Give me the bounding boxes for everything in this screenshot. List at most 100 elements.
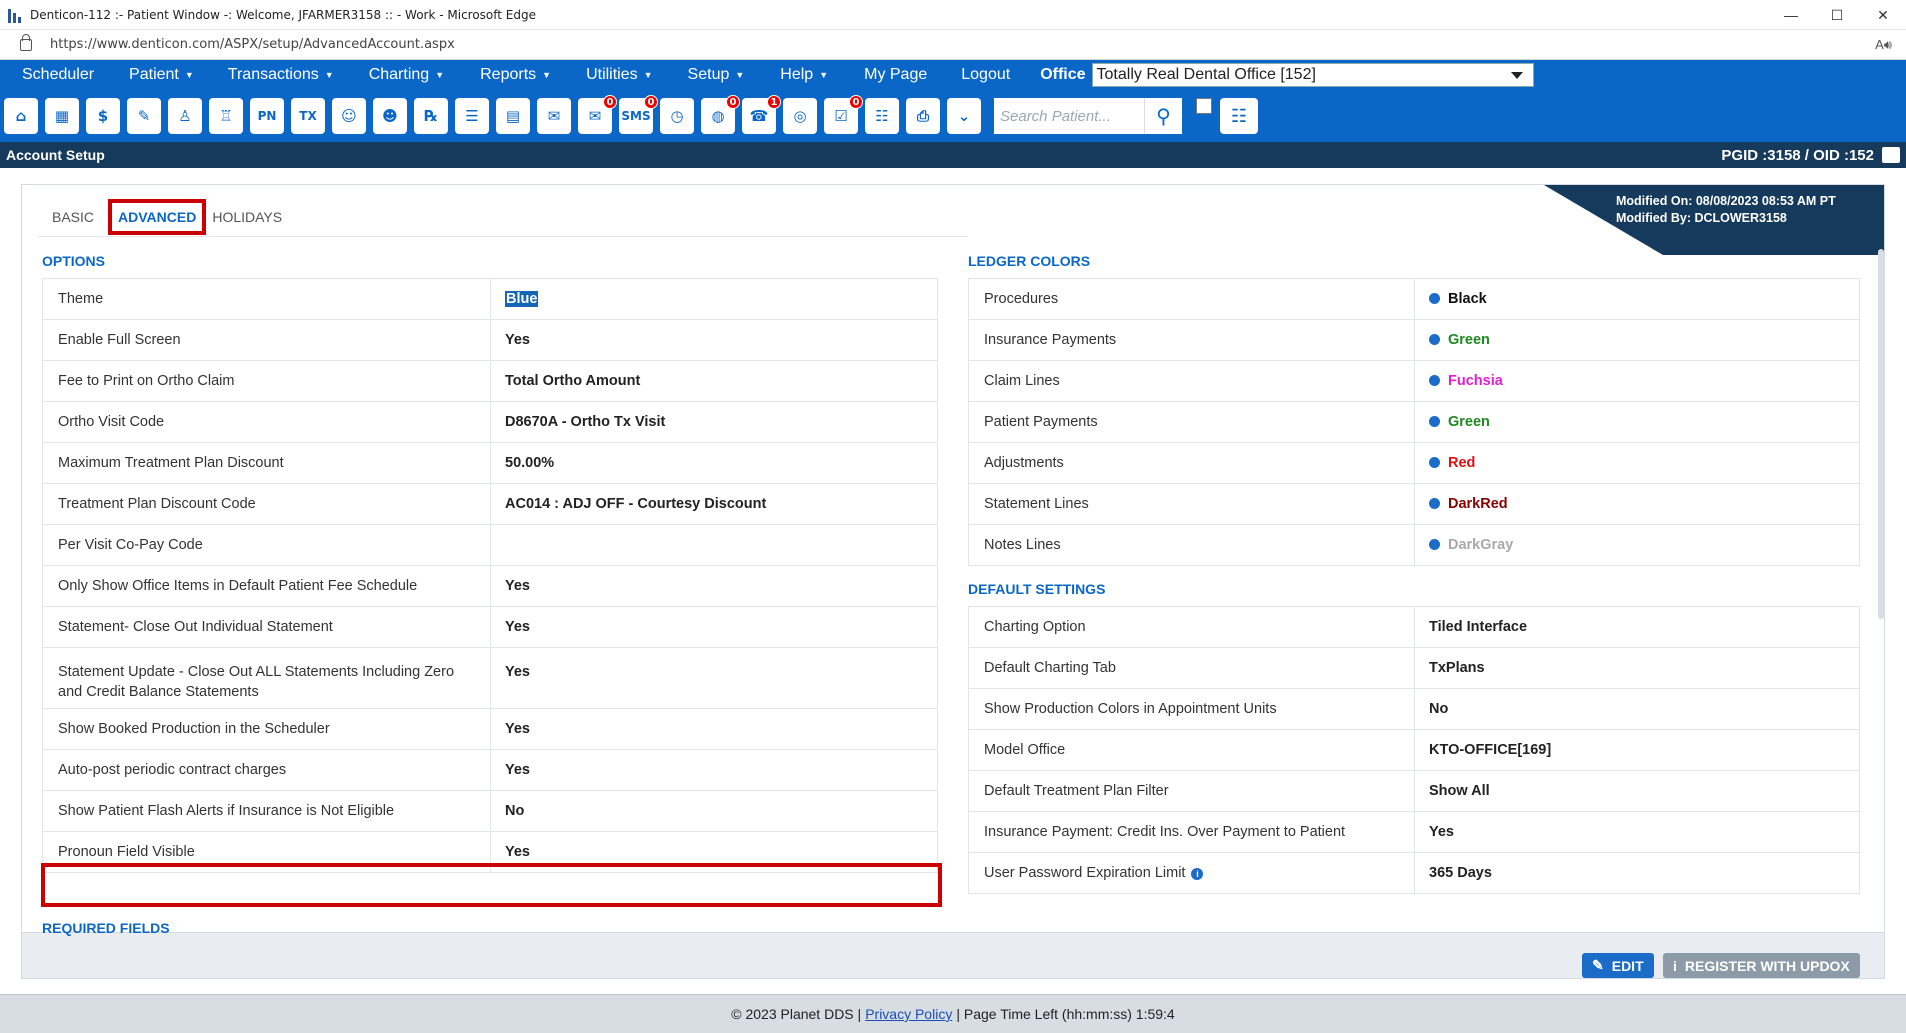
menu-patient[interactable]: Patient ▼ — [129, 66, 194, 84]
patient-settings-icon[interactable]: ☻ — [373, 98, 407, 134]
caret-down-icon: ▼ — [324, 70, 334, 80]
icon-glyph: SMS — [621, 109, 651, 123]
menu-charting[interactable]: Charting ▼ — [369, 66, 444, 84]
read-aloud-icon[interactable]: A🔊︎ — [1875, 37, 1892, 53]
globe-icon[interactable]: ◎ — [783, 98, 817, 134]
setting-label: Show Booked Production in the Scheduler — [42, 708, 491, 750]
document-icon[interactable]: ☰ — [455, 98, 489, 134]
icon-glyph: ☎ — [749, 107, 769, 125]
menu-transactions[interactable]: Transactions ▼ — [228, 66, 334, 84]
table-row: Default Charting Tab TxPlans — [968, 647, 1860, 689]
menu-reports[interactable]: Reports ▼ — [480, 66, 551, 84]
required-fields-section-title[interactable]: REQUIRED FIELDS — [42, 920, 170, 936]
tab-holidays[interactable]: HOLIDAYS — [212, 199, 282, 235]
setting-label-text: Auto-post periodic contract charges — [58, 762, 287, 778]
menu-label: Patient — [129, 66, 179, 83]
printer-icon[interactable]: ⎙ — [906, 98, 940, 134]
tooth-icon[interactable]: ♙ — [168, 98, 202, 134]
table-row: Enable Full Screen Yes — [42, 319, 938, 361]
url-text[interactable]: https://www.denticon.com/ASPX/setup/Adva… — [50, 37, 455, 52]
setting-value-text: 365 Days — [1429, 865, 1492, 881]
tx-icon[interactable]: TX — [291, 98, 325, 134]
icon-glyph: ☷ — [875, 107, 889, 125]
menu-help[interactable]: Help ▼ — [780, 66, 828, 84]
setting-value: TxPlans — [1414, 647, 1860, 689]
caret-down-icon: ▼ — [819, 70, 829, 80]
setting-value-text: Tiled Interface — [1429, 619, 1528, 635]
info-icon[interactable]: i — [1191, 868, 1204, 880]
table-row: Per Visit Co-Pay Code — [42, 524, 938, 566]
page-footer: © 2023 Planet DDS | Privacy Policy | Pag… — [0, 994, 1906, 1033]
ledger-colors-table: Procedures Black Insurance Payments Green Cl… — [968, 278, 1860, 566]
pn-icon[interactable]: PN — [250, 98, 284, 134]
table-row: Procedures Black — [968, 278, 1860, 320]
setting-value: DarkRed — [1414, 483, 1860, 525]
home-icon[interactable]: ⌂ — [4, 98, 38, 134]
setting-value: KTO-OFFICE[169] — [1414, 729, 1860, 771]
register-updox-button[interactable]: i REGISTER WITH UPDOX — [1663, 953, 1860, 978]
page-title: Account Setup — [6, 147, 105, 163]
edit-button[interactable]: ✎ EDIT — [1582, 953, 1654, 978]
globe-user-icon[interactable]: ◍ 0 — [701, 95, 740, 134]
patient-search-input[interactable]: Search Patient... — [994, 98, 1144, 134]
setting-label-text: Default Treatment Plan Filter — [984, 783, 1169, 799]
menu-label: Setup — [687, 66, 730, 83]
setting-value-text: Yes — [505, 844, 530, 860]
minimize-button[interactable]: — — [1768, 0, 1814, 30]
icon-glyph: ♖ — [219, 107, 233, 125]
support-icon[interactable]: ☎ 1 — [742, 95, 781, 134]
chevron-down-icon[interactable]: ⌄ — [947, 98, 981, 134]
caret-down-icon: ▼ — [542, 70, 552, 80]
table-row: Charting Option Tiled Interface — [968, 606, 1860, 648]
rx-icon[interactable]: ℞ — [414, 98, 448, 134]
icon-glyph: ▦ — [54, 107, 70, 125]
print-icon[interactable] — [1882, 147, 1900, 163]
privacy-policy-link[interactable]: Privacy Policy — [865, 1006, 952, 1022]
icon-glyph: ✉ — [547, 107, 561, 125]
setting-label: Auto-post periodic contract charges — [42, 749, 491, 791]
maximize-button[interactable]: ☐ — [1814, 0, 1860, 30]
setting-value-text: Yes — [505, 721, 530, 737]
modified-on: Modified On: 08/08/2023 08:53 AM PT — [1616, 194, 1836, 208]
edit-note-icon[interactable]: ✎ — [127, 98, 161, 134]
menu-logout[interactable]: Logout — [961, 66, 1010, 84]
mail-icon[interactable]: ✉ — [537, 98, 571, 134]
setting-value: Green — [1414, 319, 1860, 361]
setting-value: Total Ortho Amount — [490, 360, 938, 402]
menu-utilities[interactable]: Utilities ▼ — [586, 66, 652, 84]
task-list-icon[interactable]: ☑ 0 — [824, 95, 863, 134]
menu-scheduler[interactable]: Scheduler — [22, 66, 94, 84]
default-settings-table: Charting Option Tiled Interface Default Ch… — [968, 606, 1860, 894]
menu-setup[interactable]: Setup ▼ — [688, 66, 745, 84]
setting-value-text: Yes — [505, 578, 530, 594]
icon-glyph: PN — [257, 109, 277, 123]
patient-lookup-icon[interactable]: ☷ — [1220, 98, 1258, 134]
search-person-icon[interactable]: ⚲ — [1144, 98, 1182, 134]
color-dot-icon — [1429, 293, 1440, 304]
table-row: Statement Lines DarkRed — [968, 483, 1860, 525]
tab-basic[interactable]: BASIC — [52, 199, 94, 235]
form-icon[interactable]: ▤ — [496, 98, 530, 134]
office-select[interactable]: Totally Real Dental Office [152] — [1091, 63, 1534, 87]
lock-icon — [20, 33, 32, 51]
setting-value-text: DarkGray — [1448, 537, 1514, 553]
menu-label: Scheduler — [22, 66, 95, 83]
sms-icon[interactable]: SMS 0 — [619, 95, 658, 134]
add-patient-icon[interactable]: ☺ — [332, 98, 366, 134]
dollar-icon[interactable]: $ — [86, 98, 120, 134]
search-option-checkbox[interactable] — [1196, 98, 1212, 114]
tab-advanced[interactable]: ADVANCED — [108, 199, 207, 235]
setting-value: Yes — [1414, 811, 1860, 853]
calendar-icon[interactable]: ▦ — [45, 98, 79, 134]
setting-label-text: Notes Lines — [984, 537, 1061, 553]
people-icon[interactable]: ☷ — [865, 98, 899, 134]
close-button[interactable]: ✕ — [1860, 0, 1906, 30]
message-icon[interactable]: ✉ 0 — [578, 95, 617, 134]
clock-icon[interactable]: ◷ — [660, 98, 694, 134]
setting-label: Enable Full Screen — [42, 319, 491, 361]
menu-my-page[interactable]: My Page — [864, 66, 927, 84]
menu-label: My Page — [864, 66, 928, 83]
address-bar[interactable]: https://www.denticon.com/ASPX/setup/Adva… — [0, 30, 1906, 60]
tooth-roots-icon[interactable]: ♖ — [209, 98, 243, 134]
right-scrollbar[interactable] — [1878, 249, 1884, 619]
